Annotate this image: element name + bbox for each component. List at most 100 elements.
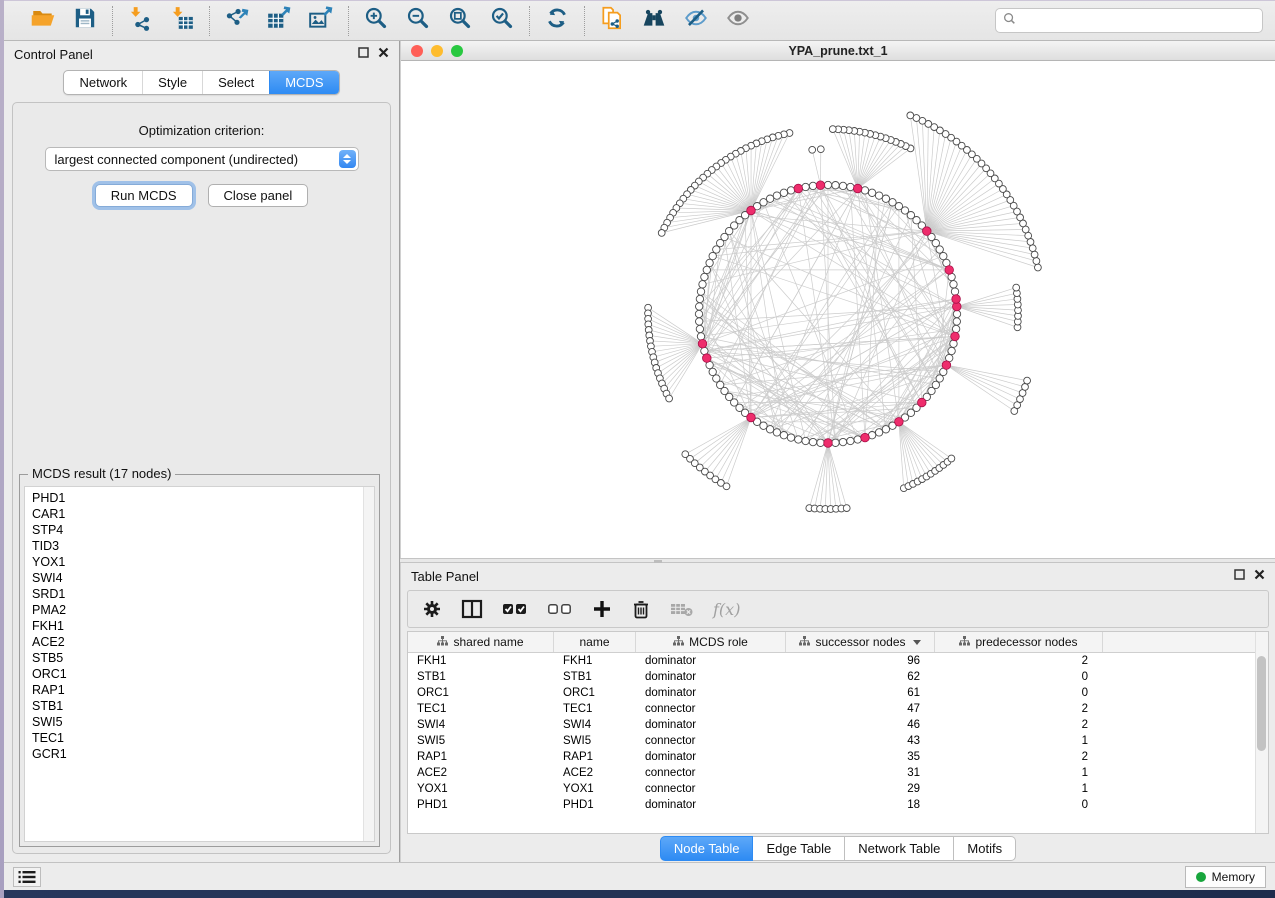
cell-name[interactable]: ORC1 [554, 687, 636, 699]
cell-name[interactable]: PHD1 [554, 799, 636, 811]
window-maximize-icon[interactable] [451, 45, 463, 57]
table-row[interactable]: FKH1FKH1dominator962 [408, 653, 1268, 669]
table-settings-button[interactable] [422, 599, 442, 619]
cell-shared-name[interactable]: YOX1 [408, 783, 554, 795]
delete-column-button[interactable] [631, 599, 651, 619]
result-list-item[interactable]: YOX1 [32, 554, 374, 570]
close-panel-icon[interactable] [378, 45, 389, 63]
search-field[interactable] [995, 8, 1263, 33]
cell-mcds-role[interactable]: connector [636, 783, 786, 795]
save-session-button[interactable] [68, 6, 102, 36]
cell-successor-nodes[interactable]: 35 [786, 751, 935, 763]
cell-successor-nodes[interactable]: 29 [786, 783, 935, 795]
cell-predecessor-nodes[interactable]: 2 [935, 655, 1103, 667]
cell-predecessor-nodes[interactable]: 2 [935, 751, 1103, 763]
cell-predecessor-nodes[interactable]: 2 [935, 719, 1103, 731]
result-list-scrollbar[interactable] [363, 487, 374, 841]
cell-name[interactable]: TEC1 [554, 703, 636, 715]
close-panel-icon[interactable] [1254, 567, 1265, 585]
delete-table-button[interactable] [670, 601, 694, 617]
result-list-item[interactable]: TID3 [32, 538, 374, 554]
cell-successor-nodes[interactable]: 43 [786, 735, 935, 747]
cell-predecessor-nodes[interactable]: 0 [935, 799, 1103, 811]
zoom-selected-button[interactable] [485, 6, 519, 36]
table-row[interactable]: YOX1YOX1connector291 [408, 781, 1268, 797]
cell-mcds-role[interactable]: dominator [636, 719, 786, 731]
horizontal-splitter[interactable] [400, 558, 1275, 563]
result-list-item[interactable]: SWI4 [32, 570, 374, 586]
tab-mcds[interactable]: MCDS [269, 71, 338, 94]
cell-successor-nodes[interactable]: 46 [786, 719, 935, 731]
zoom-fit-button[interactable] [443, 6, 477, 36]
result-list-item[interactable]: PMA2 [32, 602, 374, 618]
cell-name[interactable]: SWI5 [554, 735, 636, 747]
window-minimize-icon[interactable] [431, 45, 443, 57]
table-row[interactable]: SWI4SWI4dominator462 [408, 717, 1268, 733]
result-list-item[interactable]: RAP1 [32, 682, 374, 698]
export-table-button[interactable] [262, 6, 296, 36]
cell-mcds-role[interactable]: dominator [636, 799, 786, 811]
cell-predecessor-nodes[interactable]: 2 [935, 703, 1103, 715]
cell-successor-nodes[interactable]: 61 [786, 687, 935, 699]
cell-predecessor-nodes[interactable]: 1 [935, 735, 1103, 747]
network-window-titlebar[interactable]: YPA_prune.txt_1 [401, 41, 1275, 61]
search-input[interactable] [1021, 14, 1255, 28]
show-all-button[interactable] [721, 6, 755, 36]
table-row[interactable]: ACE2ACE2connector311 [408, 765, 1268, 781]
clone-network-button[interactable] [595, 6, 629, 36]
import-table-button[interactable] [165, 6, 199, 36]
export-network-button[interactable] [220, 6, 254, 36]
cell-shared-name[interactable]: ORC1 [408, 687, 554, 699]
cell-shared-name[interactable]: SWI5 [408, 735, 554, 747]
cell-predecessor-nodes[interactable]: 0 [935, 687, 1103, 699]
criterion-select[interactable]: largest connected component (undirected) [45, 147, 359, 171]
table-scrollbar[interactable] [1255, 632, 1268, 833]
cell-name[interactable]: YOX1 [554, 783, 636, 795]
tab-network[interactable]: Network [64, 71, 142, 94]
table-row[interactable]: ORC1ORC1dominator610 [408, 685, 1268, 701]
zoom-out-button[interactable] [401, 6, 435, 36]
cell-successor-nodes[interactable]: 31 [786, 767, 935, 779]
cell-successor-nodes[interactable]: 62 [786, 671, 935, 683]
export-image-button[interactable] [304, 6, 338, 36]
result-list-item[interactable]: FKH1 [32, 618, 374, 634]
cell-shared-name[interactable]: ACE2 [408, 767, 554, 779]
result-list-item[interactable]: STB1 [32, 698, 374, 714]
cell-predecessor-nodes[interactable]: 1 [935, 767, 1103, 779]
result-list-item[interactable]: PHD1 [32, 490, 374, 506]
result-list-item[interactable]: SRD1 [32, 586, 374, 602]
cell-mcds-role[interactable]: connector [636, 703, 786, 715]
cell-name[interactable]: ACE2 [554, 767, 636, 779]
open-session-button[interactable] [26, 6, 60, 36]
first-neighbors-button[interactable] [637, 6, 671, 36]
tab-style[interactable]: Style [142, 71, 202, 94]
cell-name[interactable]: FKH1 [554, 655, 636, 667]
result-list-item[interactable]: ORC1 [32, 666, 374, 682]
memory-button[interactable]: Memory [1185, 866, 1266, 888]
mcds-result-list[interactable]: PHD1CAR1STP4TID3YOX1SWI4SRD1PMA2FKH1ACE2… [24, 486, 375, 842]
table-scrollbar-thumb[interactable] [1257, 656, 1266, 751]
tab-network-table[interactable]: Network Table [845, 836, 954, 861]
column-header-shared-name[interactable]: shared name [408, 632, 554, 652]
result-list-item[interactable]: SWI5 [32, 714, 374, 730]
network-canvas[interactable] [401, 61, 1275, 558]
import-network-button[interactable] [123, 6, 157, 36]
table-row[interactable]: TEC1TEC1connector472 [408, 701, 1268, 717]
split-panel-button[interactable] [461, 599, 483, 619]
column-header-mcds-role[interactable]: MCDS role [636, 632, 786, 652]
add-column-button[interactable] [592, 599, 612, 619]
result-list-item[interactable]: CAR1 [32, 506, 374, 522]
table-row[interactable]: PHD1PHD1dominator180 [408, 797, 1268, 813]
cell-shared-name[interactable]: SWI4 [408, 719, 554, 731]
zoom-in-button[interactable] [359, 6, 393, 36]
deselect-all-button[interactable] [547, 601, 573, 617]
cell-mcds-role[interactable]: connector [636, 735, 786, 747]
cell-shared-name[interactable]: STB1 [408, 671, 554, 683]
cell-name[interactable]: RAP1 [554, 751, 636, 763]
cell-shared-name[interactable]: PHD1 [408, 799, 554, 811]
cell-successor-nodes[interactable]: 96 [786, 655, 935, 667]
result-list-item[interactable]: ACE2 [32, 634, 374, 650]
select-all-button[interactable] [502, 601, 528, 617]
table-row[interactable]: STB1STB1dominator620 [408, 669, 1268, 685]
window-close-icon[interactable] [411, 45, 423, 57]
